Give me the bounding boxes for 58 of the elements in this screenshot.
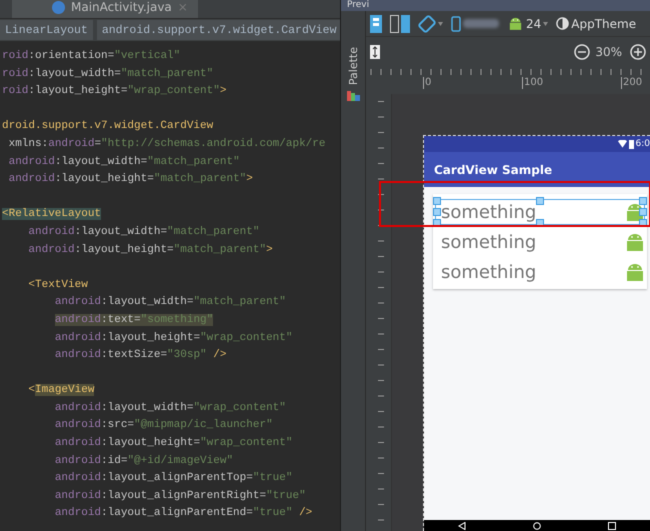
code-line: android:layout_width="match_parent" bbox=[8, 154, 241, 170]
phone-icon[interactable] bbox=[451, 16, 461, 32]
code-line: android:layout_width="wrap_content" bbox=[54, 400, 287, 416]
app-title: CardView Sample bbox=[434, 162, 552, 176]
theme-dropdown[interactable]: AppTheme bbox=[556, 16, 636, 30]
breadcrumb[interactable]: LinearLayout bbox=[0, 20, 93, 40]
code-line: android:layout_width="match_parent" bbox=[54, 295, 287, 310]
caret-icon bbox=[543, 22, 548, 26]
api-level-dropdown[interactable]: 24 bbox=[507, 15, 548, 32]
zoom-out-icon[interactable] bbox=[574, 44, 590, 60]
ruler-label: 0 bbox=[423, 77, 432, 89]
code-line: android:layout_height="match_parent"> bbox=[8, 172, 254, 188]
contrast-icon bbox=[556, 17, 570, 30]
zoom-level: 30% bbox=[595, 45, 622, 59]
code-line: <ImageView bbox=[27, 383, 96, 398]
code-line: roid:layout_height="wrap_content"> bbox=[2, 84, 228, 100]
android-icon bbox=[507, 15, 524, 32]
back-icon[interactable] bbox=[458, 522, 466, 530]
ruler-label: 200 bbox=[621, 77, 642, 89]
caret-icon bbox=[438, 22, 443, 26]
code-line: android:layout_height="wrap_content" bbox=[54, 330, 294, 346]
code-line: android:src="@mipmap/ic_launcher" bbox=[54, 418, 274, 434]
code-line: android:textSize="30sp" /> bbox=[54, 348, 228, 364]
blurred-device-name bbox=[463, 19, 499, 28]
file-tab[interactable]: MainActivity.java × bbox=[12, 0, 198, 18]
recents-icon[interactable] bbox=[608, 522, 616, 530]
code-line: <TextView bbox=[27, 278, 89, 293]
status-time: 6:0 bbox=[636, 139, 650, 149]
list-item[interactable]: something bbox=[433, 257, 647, 287]
breadcrumb[interactable]: android.support.v7.widget.CardView bbox=[96, 20, 340, 40]
home-icon[interactable] bbox=[532, 522, 541, 530]
design-view-icon[interactable] bbox=[370, 14, 382, 32]
palette-tab[interactable]: Palette bbox=[346, 47, 360, 86]
code-line: android:text="something" bbox=[54, 312, 214, 328]
code-line: android:layout_height="match_parent"> bbox=[27, 242, 274, 258]
ruler-label: 100 bbox=[522, 77, 544, 89]
resize-icon[interactable] bbox=[370, 45, 380, 59]
battery-icon bbox=[628, 140, 634, 148]
palette-icon[interactable] bbox=[346, 89, 360, 102]
blueprint-view-icon[interactable] bbox=[390, 14, 410, 32]
code-line: xmlns:android="http://schemas.android.com/apk/re bbox=[8, 136, 326, 152]
code-line: roid:layout_width="match_parent" bbox=[2, 66, 214, 82]
code-line: android:id="@+id/imageView" bbox=[54, 454, 234, 469]
code-line: android:layout_alignParentEnd="true" /> bbox=[54, 506, 314, 522]
zoom-in-icon[interactable] bbox=[630, 44, 646, 60]
wifi-icon bbox=[618, 140, 627, 148]
code-line: android:layout_width="match_parent" bbox=[27, 224, 260, 240]
rotate-icon[interactable] bbox=[418, 14, 436, 32]
code-line: droid.support.v7.widget.CardView bbox=[2, 119, 214, 134]
list-item[interactable]: something bbox=[433, 197, 647, 227]
code-line: roid:orientation="vertical" bbox=[2, 49, 182, 64]
panel-title: Previ bbox=[341, 0, 650, 11]
resize-handle[interactable] bbox=[536, 197, 544, 205]
list-item[interactable]: something bbox=[433, 227, 647, 257]
code-line: android:layout_height="wrap_content" bbox=[54, 436, 294, 452]
class-icon bbox=[52, 0, 65, 14]
code-line: android:layout_alignParentTop="true" bbox=[54, 471, 294, 486]
code-line: android:layout_alignParentRight="true" bbox=[54, 488, 307, 504]
